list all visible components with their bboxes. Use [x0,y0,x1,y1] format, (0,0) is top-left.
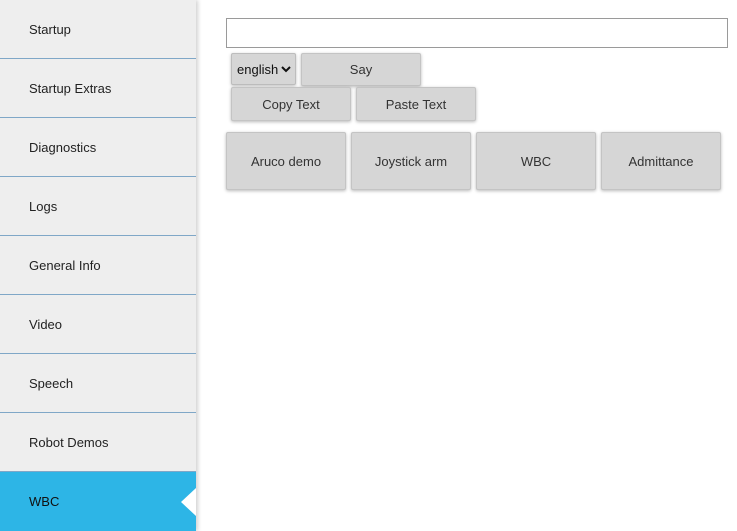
sidebar-item-label: Diagnostics [29,139,97,155]
sidebar-item-label: Video [29,316,63,332]
language-select[interactable]: english [231,53,296,85]
admittance-button[interactable]: Admittance [601,132,721,190]
sidebar-item-diagnostics[interactable]: Diagnostics [0,118,196,177]
say-button[interactable]: Say [301,53,421,86]
sidebar: Startup Startup Extras Diagnostics Logs … [0,0,196,531]
joystick-arm-button[interactable]: Joystick arm [351,132,471,190]
sidebar-item-speech[interactable]: Speech [0,354,196,413]
speech-text-input[interactable] [226,18,728,48]
sidebar-item-label: WBC [29,494,60,509]
sidebar-item-video[interactable]: Video [0,295,196,354]
paste-text-button[interactable]: Paste Text [356,87,476,121]
sidebar-item-label: Speech [29,375,74,391]
sidebar-item-wbc[interactable]: WBC [0,472,196,531]
sidebar-item-general-info[interactable]: General Info [0,236,196,295]
sidebar-item-startup[interactable]: Startup [0,0,196,59]
sidebar-item-robot-demos[interactable]: Robot Demos [0,413,196,472]
copy-text-button[interactable]: Copy Text [231,87,351,121]
sidebar-item-startup-extras[interactable]: Startup Extras [0,59,196,118]
wbc-button[interactable]: WBC [476,132,596,190]
main-panel: english Say Copy Text Paste Text Aruco d… [196,0,737,531]
sidebar-item-label: Startup Extras [29,80,112,96]
chevron-down-icon [281,65,291,73]
aruco-demo-button[interactable]: Aruco demo [226,132,346,190]
sidebar-item-label: Robot Demos [29,434,109,450]
sidebar-item-label: General Info [29,257,101,273]
sidebar-item-logs[interactable]: Logs [0,177,196,236]
sidebar-item-label: Startup [29,21,71,37]
language-select-value: english [237,61,279,77]
sidebar-item-label: Logs [29,198,58,214]
